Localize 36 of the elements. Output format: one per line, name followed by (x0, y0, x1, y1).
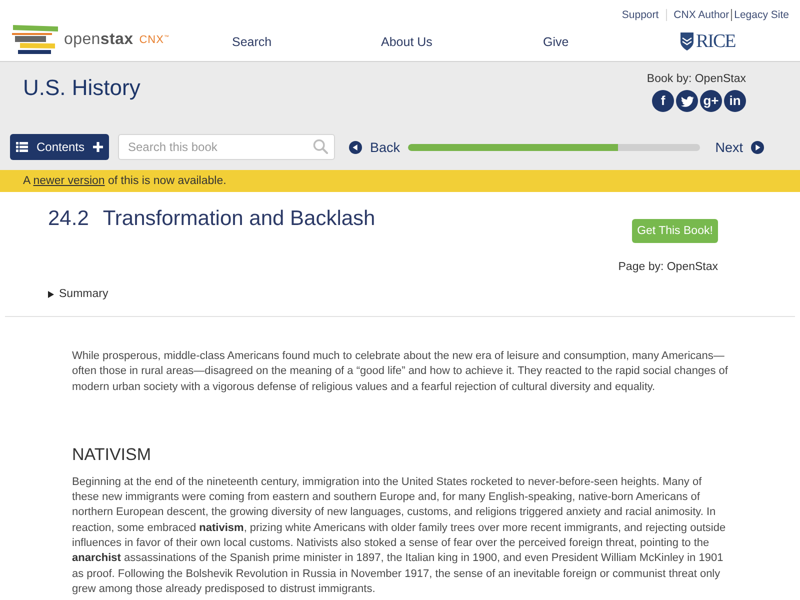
caret-icon (48, 290, 54, 298)
intro-paragraph: While prosperous, middle-class Americans found much to celebrate about the new era of leisure and consumption, many Americans—often those in rural areas—disagreed on the meaning of a “good life” and how to achieve it. They reacted to the rapid social changes of modern urban society with a vigorous defense of religious values and a fearful rejection of cultural diversity and equality. (72, 349, 729, 395)
search-icon (313, 139, 328, 154)
top-link[interactable]: Legacy Site (731, 9, 789, 21)
book-credit: Book by: OpenStax (646, 72, 746, 86)
plus-icon (92, 142, 103, 152)
nav-link[interactable]: About Us (381, 34, 432, 48)
stacked-books-icon (12, 25, 58, 54)
shield-icon (680, 32, 694, 51)
nav-link[interactable]: Search (232, 34, 272, 48)
search-field[interactable]: Search this book (118, 134, 335, 160)
linkedin-link[interactable]: in (724, 90, 746, 112)
top-link[interactable]: Support (622, 9, 659, 21)
body-paragraph: Beginning at the end of the nineteenth century, immigration into the United States rocketed to never-before-seen heights. Many of these new immigrants were coming from eastern and southern Europe and, for many English-speaking, native-born Americans of northern European descent, the growing diversity of new languages, customs, and religions triggered anxiety and racial animosity. In reaction, some embraced nativism, prizing white Americans with older family trees over more recent immigrants, and rejecting outside influences in favor of their own local customs. Nativists also stoked a sense of fear over the perceived foreign threat, pointing to the anarchist assassinations of the Spanish prime minister in 1897, the Italian king in 1900, and even President William McKinley in 1901 as proof. Following the Bolshevik Revolution in Russia in November 1917, the sense of an inevitable foreign or communist threat only grew among those already predisposed to distrust immigrants. (72, 474, 727, 597)
partner-logo-link[interactable]: RICE (680, 32, 736, 51)
book-title: U.S. History (23, 74, 140, 102)
contents-button[interactable]: Contents (10, 134, 109, 160)
section-number: 24.2 (48, 206, 89, 232)
version-notice: A newer version of this is now available. (23, 174, 226, 188)
bird-icon (680, 96, 694, 106)
right-arrow-circle-icon (751, 140, 764, 154)
page-credit: Page by: OpenStax (618, 260, 718, 274)
facebook-link[interactable]: f (652, 90, 674, 112)
google-plus-link[interactable]: g+ (700, 90, 722, 112)
newer-version-link[interactable]: newer version (33, 175, 105, 187)
next-link[interactable]: Next (715, 140, 764, 154)
section-heading: NATIVISM (72, 444, 152, 466)
back-link[interactable]: Back (349, 140, 400, 154)
summary-toggle[interactable]: Summary (48, 287, 108, 301)
nav-link[interactable]: Give (543, 34, 569, 48)
twitter-link[interactable] (676, 90, 698, 112)
top-link[interactable]: CNX Author (666, 9, 730, 21)
list-icon (16, 142, 28, 152)
left-arrow-circle-icon (349, 140, 362, 154)
home-logo-link[interactable]: openstax CNX$^{™}$ (12, 25, 170, 54)
page-title: Transformation and Backlash (102, 206, 376, 232)
